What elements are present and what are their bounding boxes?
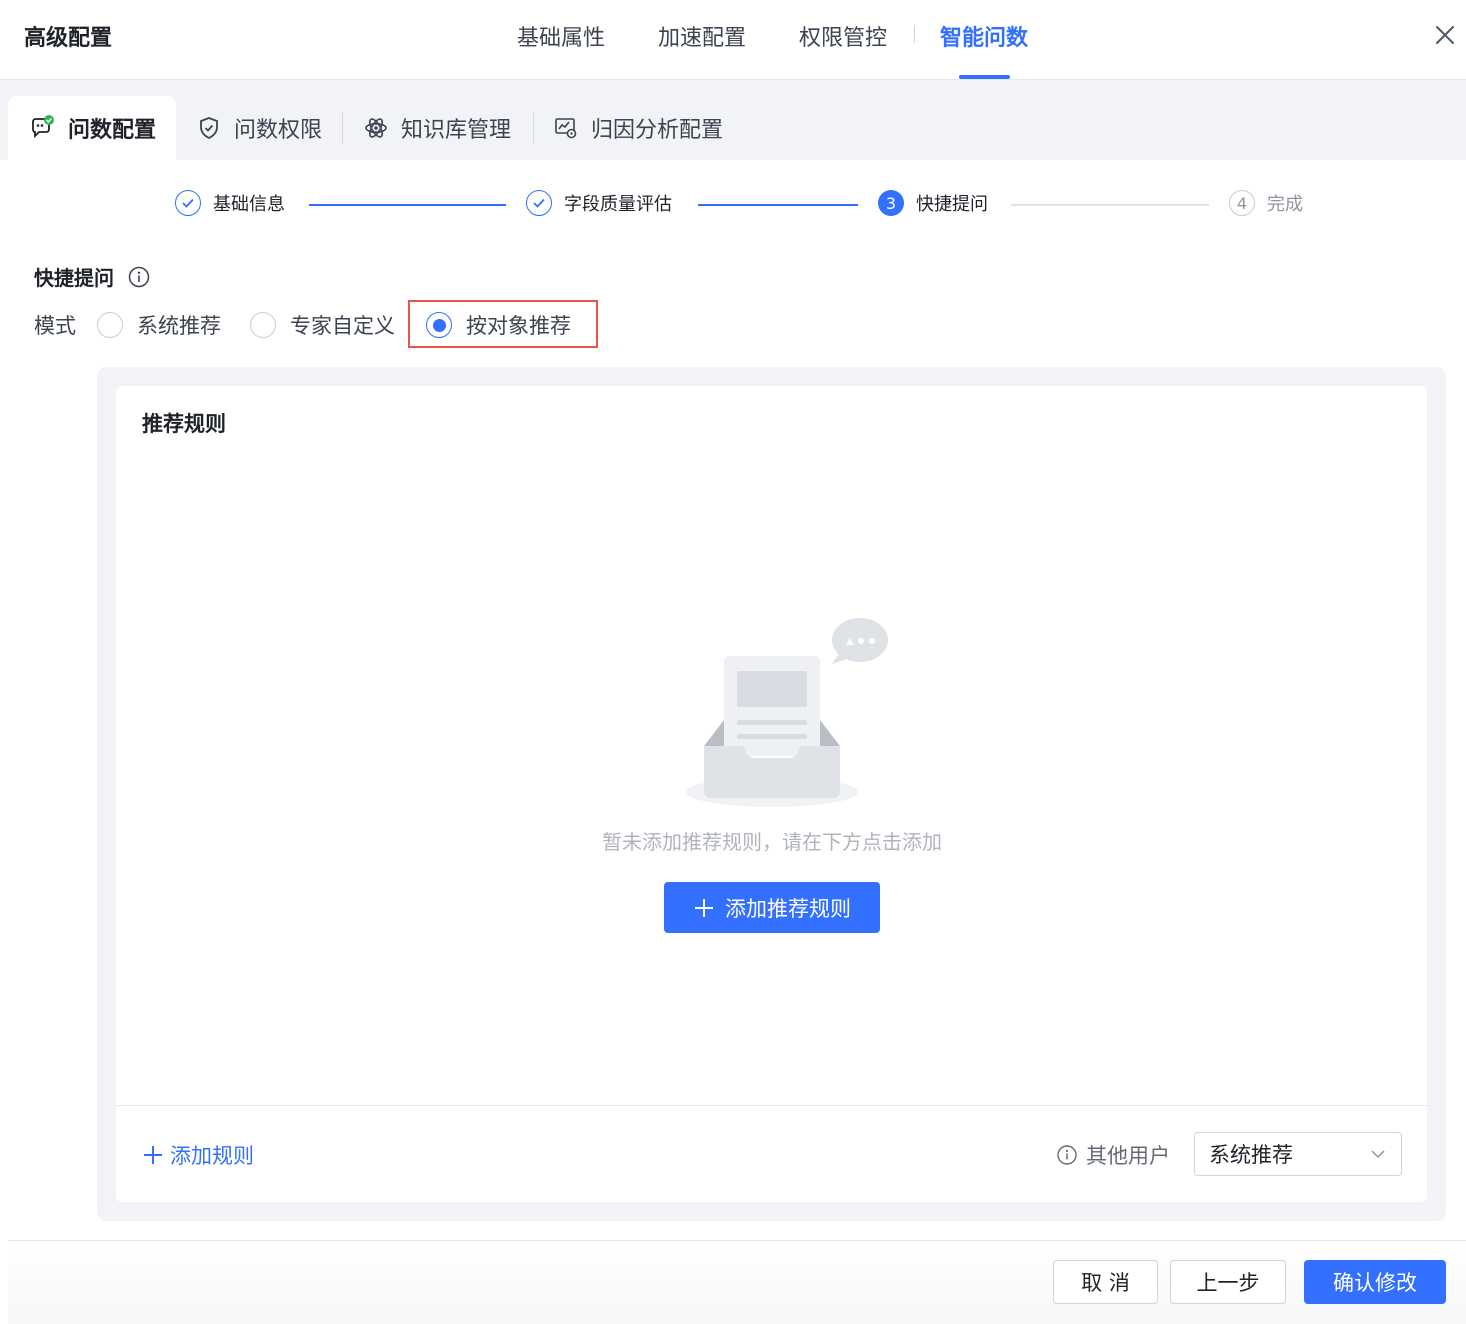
mode-label: 模式 xyxy=(34,314,76,338)
radio-circle xyxy=(250,312,276,338)
chat-config-icon xyxy=(32,115,54,139)
radio-label: 系统推荐 xyxy=(137,314,221,338)
other-users-text: 其他用户 xyxy=(1086,1144,1170,1168)
step-label: 快捷提问 xyxy=(916,194,988,215)
analysis-icon xyxy=(555,118,577,139)
tab-permission-control[interactable]: 权限管控 xyxy=(799,20,887,52)
subtab-label: 问数权限 xyxy=(234,118,323,143)
step-number: 3 xyxy=(878,190,904,216)
close-icon[interactable] xyxy=(1432,22,1458,48)
radio-label: 专家自定义 xyxy=(290,314,395,338)
previous-step-button[interactable]: 上一步 xyxy=(1170,1260,1286,1304)
empty-state-text: 暂未添加推荐规则，请在下方点击添加 xyxy=(602,830,942,854)
chevron-down-icon xyxy=(1371,1150,1385,1159)
active-tab-indicator xyxy=(959,75,1010,79)
other-users-select[interactable]: 系统推荐 xyxy=(1194,1132,1402,1176)
link-label: 添加规则 xyxy=(170,1144,254,1168)
other-users-label: 其他用户 xyxy=(1056,1140,1170,1170)
button-label: 添加推荐规则 xyxy=(725,896,851,921)
step-connector xyxy=(309,204,506,206)
empty-inbox-icon xyxy=(686,618,888,807)
subtab-attribution-analysis[interactable]: 归因分析配置 xyxy=(553,96,723,160)
radio-circle xyxy=(97,312,123,338)
step-field-quality: 字段质量评估 xyxy=(526,190,672,216)
subtab-label: 知识库管理 xyxy=(401,118,512,143)
step-number: 4 xyxy=(1229,190,1255,216)
atom-icon xyxy=(365,118,387,138)
check-icon xyxy=(175,190,201,216)
step-label: 完成 xyxy=(1267,194,1303,215)
subtab-separator xyxy=(533,112,534,144)
tab-divider xyxy=(914,25,915,43)
plus-icon xyxy=(144,1146,162,1164)
subtab-separator xyxy=(342,112,343,144)
plus-icon xyxy=(695,898,713,917)
subtab-label: 问数配置 xyxy=(68,118,157,143)
select-value: 系统推荐 xyxy=(1209,1143,1293,1167)
subtab-query-config[interactable]: 问数配置 xyxy=(8,96,177,160)
step-label: 字段质量评估 xyxy=(564,194,672,215)
section-title-text: 快捷提问 xyxy=(34,266,114,290)
tab-acceleration-config[interactable]: 加速配置 xyxy=(658,20,746,52)
add-rule-link[interactable]: 添加规则 xyxy=(142,1140,254,1170)
highlight-box xyxy=(408,300,598,348)
step-connector xyxy=(698,204,858,206)
step-complete: 4 完成 xyxy=(1229,190,1303,216)
radio-expert-custom[interactable]: 专家自定义 xyxy=(250,310,395,340)
check-icon xyxy=(526,190,552,216)
rules-divider xyxy=(116,1105,1427,1106)
info-icon[interactable] xyxy=(128,266,150,288)
dialog-title: 高级配置 xyxy=(24,26,113,51)
radio-system-recommend[interactable]: 系统推荐 xyxy=(97,310,221,340)
cancel-button[interactable]: 取 消 xyxy=(1053,1260,1158,1304)
subtab-query-permission[interactable]: 问数权限 xyxy=(196,96,322,160)
add-recommend-rule-button[interactable]: 添加推荐规则 xyxy=(664,882,880,933)
tab-basic-attributes[interactable]: 基础属性 xyxy=(517,20,605,52)
tab-smart-query[interactable]: 智能问数 xyxy=(940,20,1028,52)
confirm-button[interactable]: 确认修改 xyxy=(1304,1260,1446,1304)
subtab-label: 归因分析配置 xyxy=(591,118,724,143)
shield-check-icon xyxy=(200,117,218,140)
step-basic-info: 基础信息 xyxy=(175,190,285,216)
step-connector xyxy=(1011,204,1209,206)
step-quick-question: 3 快捷提问 xyxy=(878,190,988,216)
step-label: 基础信息 xyxy=(213,194,285,215)
info-icon[interactable] xyxy=(1056,1144,1078,1166)
section-title: 快捷提问 xyxy=(34,262,150,291)
subtab-knowledge-base[interactable]: 知识库管理 xyxy=(363,96,511,160)
dialog-header: 高级配置 基础属性 加速配置 权限管控 智能问数 xyxy=(0,0,1466,80)
rules-title: 推荐规则 xyxy=(142,412,226,436)
